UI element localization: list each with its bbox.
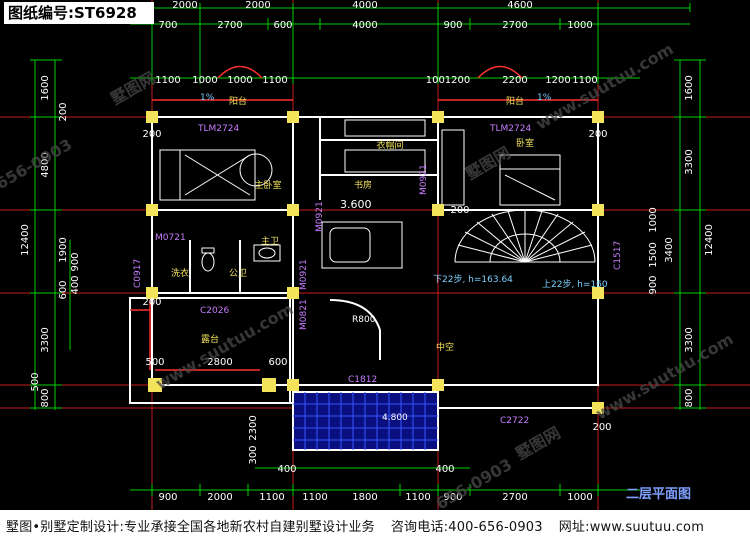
label-bedroom: 卧室 bbox=[516, 137, 534, 149]
dim-left-a: 1600 bbox=[40, 75, 51, 100]
drawing-number: 图纸编号:ST6928 bbox=[4, 2, 154, 24]
label-area-tag: 4.800 bbox=[382, 413, 408, 423]
dim-left-inner-b: 1900 bbox=[58, 237, 69, 262]
label-radius: R800 bbox=[352, 315, 376, 325]
dim-bot-d: 1100 bbox=[302, 492, 327, 503]
dim-bot-c: 1100 bbox=[259, 492, 284, 503]
label-stairs-up: 上22步, h=160 bbox=[542, 279, 608, 290]
dim-right-inner-a: 1000 bbox=[648, 207, 659, 232]
code-tlm-right: TLM2724 bbox=[489, 124, 531, 134]
code-c0917: C0917 bbox=[133, 259, 143, 288]
dim-misc-200a: 200 bbox=[142, 129, 161, 140]
dim-bot2-a: 400 bbox=[277, 464, 296, 475]
footer-phone: 咨询电话:400-656-0903 bbox=[390, 519, 543, 535]
label-linen: 洗衣 bbox=[171, 267, 189, 279]
dim-left-total: 12400 bbox=[20, 224, 31, 256]
code-m0921-b: M0921 bbox=[419, 164, 429, 195]
dim-top3-d: 1100 bbox=[262, 75, 287, 86]
dim-bot-a: 900 bbox=[158, 492, 177, 503]
dim-right-inner-b: 1500 bbox=[648, 242, 659, 267]
dim-misc-200d: 200 bbox=[592, 422, 611, 433]
dim-top2-c: 600 bbox=[273, 20, 292, 31]
dim-top3-c: 1000 bbox=[227, 75, 252, 86]
dim-top3-g: 1200 bbox=[545, 75, 570, 86]
dim-top1-a: 2000 bbox=[172, 0, 197, 11]
dim-bot2-b: 400 bbox=[435, 464, 454, 475]
dim-top1-d: 4600 bbox=[507, 0, 532, 11]
dim-misc-200c: 200 bbox=[142, 297, 161, 308]
label-stairs-down: 下22步, h=163.64 bbox=[433, 274, 513, 285]
dim-top2-b: 2700 bbox=[217, 20, 242, 31]
dim-bot-b: 2000 bbox=[207, 492, 232, 503]
code-tlm-left: TLM2724 bbox=[197, 124, 239, 134]
dim-left-c: 3300 bbox=[40, 327, 51, 352]
dim-misc-600: 600 bbox=[268, 357, 287, 368]
dim-top3-e: 1001200 bbox=[426, 75, 471, 86]
label-slope-right: 1% bbox=[537, 93, 552, 103]
dim-top3-a: 1100 bbox=[155, 75, 180, 86]
label-void: 中空 bbox=[436, 341, 454, 353]
dim-top1-b: 2000 bbox=[245, 0, 270, 11]
dim-left-inner-e: 400 bbox=[70, 275, 81, 294]
dim-right-a: 1600 bbox=[684, 75, 695, 100]
label-study: 书房 bbox=[354, 179, 372, 191]
dim-right-b: 3300 bbox=[684, 149, 695, 174]
label-balcony-right: 阳台 bbox=[506, 95, 524, 107]
label-master-wc: 主卫 bbox=[261, 235, 279, 247]
code-m0821: M0821 bbox=[299, 299, 309, 330]
code-m0921-a: M0921 bbox=[315, 201, 325, 232]
floor-plan-drawing: 2000 2000 4000 4600 700 2700 600 4000 90… bbox=[0, 0, 750, 510]
label-slope-left: 1% bbox=[200, 93, 215, 103]
dim-right-d: 800 bbox=[684, 388, 695, 407]
dim-misc-2300: 2300 bbox=[248, 415, 259, 440]
label-public-wc: 公卫 bbox=[229, 268, 247, 279]
floor-title: 二层平面图 bbox=[626, 487, 692, 502]
label-master-bedroom: 主卧室 bbox=[254, 179, 281, 191]
code-m0721: M0721 bbox=[155, 233, 186, 243]
code-c1812: C1812 bbox=[348, 375, 377, 385]
dim-top3-b: 1000 bbox=[192, 75, 217, 86]
dim-left-inner-a: 200 bbox=[58, 102, 69, 121]
dim-misc-300: 300 bbox=[248, 445, 259, 464]
dim-right-total: 12400 bbox=[704, 224, 715, 256]
dim-left-d: 800 bbox=[40, 388, 51, 407]
footer-website: 网址:www.suutuu.com bbox=[558, 519, 705, 535]
dim-top2-g: 1000 bbox=[567, 20, 592, 31]
dim-right-inner-d: 3400 bbox=[664, 237, 675, 262]
dim-left-inner-d: 900 bbox=[70, 252, 81, 271]
dim-right-inner-c: 900 bbox=[648, 275, 659, 294]
dim-misc-500a: 500 bbox=[145, 357, 164, 368]
dim-top2-d: 4000 bbox=[352, 20, 377, 31]
terrace-grid bbox=[292, 391, 439, 451]
dim-misc-200b: 200 bbox=[588, 129, 607, 140]
dim-left-inner-c: 600 bbox=[58, 280, 69, 299]
label-elevation: 3.600 bbox=[340, 198, 372, 211]
code-c1517: C1517 bbox=[613, 241, 623, 270]
code-c2026: C2026 bbox=[200, 306, 229, 316]
code-c2722: C2722 bbox=[500, 416, 529, 426]
dim-top2-e: 900 bbox=[443, 20, 462, 31]
dim-top3-f: 2200 bbox=[502, 75, 527, 86]
dim-top2-f: 2700 bbox=[502, 20, 527, 31]
dim-bot-h: 2700 bbox=[502, 492, 527, 503]
label-balcony-left: 阳台 bbox=[229, 95, 247, 107]
dim-top2-a: 700 bbox=[158, 20, 177, 31]
dim-bot-i: 1000 bbox=[567, 492, 592, 503]
footer-bar: 墅图•别墅定制设计:专业承接全国各地新农村自建别墅设计业务 咨询电话:400-6… bbox=[0, 510, 750, 540]
footer-company: 墅图•别墅定制设计:专业承接全国各地新农村自建别墅设计业务 bbox=[6, 519, 375, 535]
dim-bot-f: 1100 bbox=[405, 492, 430, 503]
label-closet: 衣帽间 bbox=[376, 139, 403, 151]
dim-top1-c: 4000 bbox=[352, 0, 377, 11]
dim-misc-200e: 200 bbox=[450, 205, 469, 216]
dim-bot-e: 1800 bbox=[352, 492, 377, 503]
code-m0921-c: M0921 bbox=[299, 259, 309, 290]
